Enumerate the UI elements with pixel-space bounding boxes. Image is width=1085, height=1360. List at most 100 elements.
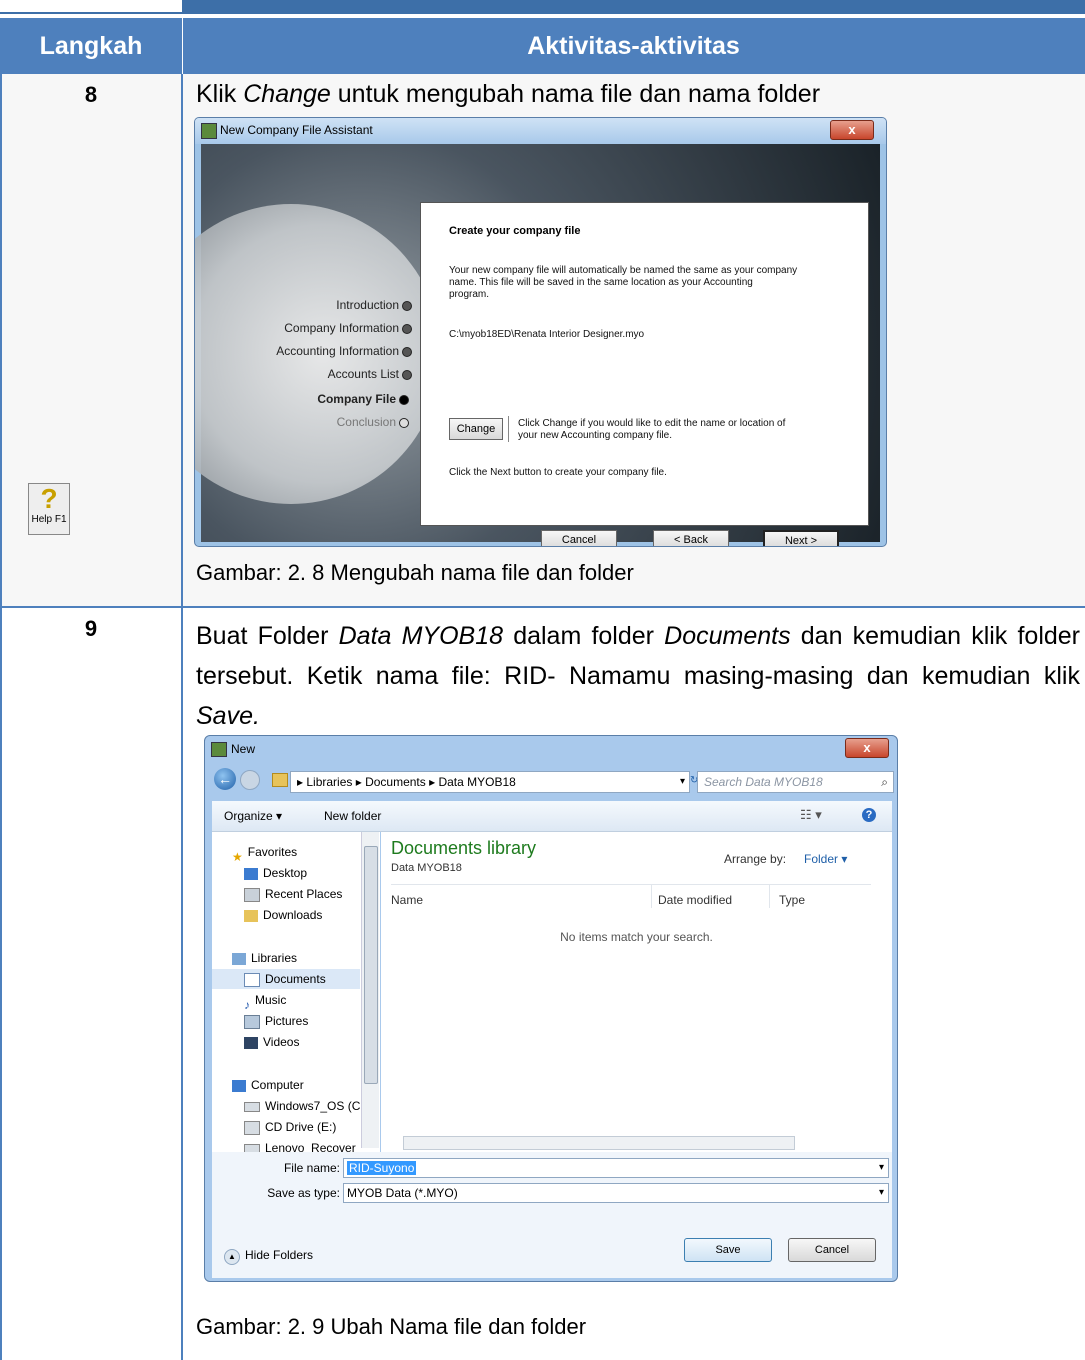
star-icon: ★ [232,849,243,864]
dialog-close-button[interactable]: x [845,738,889,758]
save-type-label: Save as type: [267,1186,340,1200]
panel-heading: Create your company file [449,225,581,237]
dialog-titlebar: New x [205,736,897,764]
arrange-by-dropdown[interactable]: Folder ▾ [804,852,847,866]
back-button[interactable]: < Back [653,530,729,546]
forward-arrow-icon[interactable] [240,770,260,790]
table-header: Langkah Aktivitas-aktivitas [0,18,1085,74]
cancel-button[interactable]: Cancel [788,1238,876,1262]
music-icon: ♪ [244,997,250,1012]
step-dot-icon [402,300,412,311]
step-9-instruction: Buat Folder Data MYOB18 dalam folder Doc… [196,622,1081,730]
nav-music[interactable]: ♪ Music [244,990,286,1012]
drive-icon [244,1101,260,1112]
change-desc-1: Click Change if you would like to edit t… [518,418,786,429]
next-button[interactable]: Next > [763,530,839,546]
empty-message: No items match your search. [560,930,713,944]
horizontal-scrollbar[interactable] [403,1136,795,1150]
navigation-pane: ★ Favorites Desktop Recent Places Downloa… [212,832,380,1162]
wizard-steps: Introduction Company Information Account… [207,170,412,381]
videos-icon [244,1036,258,1049]
new-folder-button[interactable]: New folder [324,809,381,823]
chevron-up-icon: ▲ [224,1249,240,1265]
nav-recent-places[interactable]: Recent Places [244,884,342,904]
step-dot-icon [402,346,412,357]
file-name-label: File name: [283,1161,340,1175]
file-name-input[interactable]: RID-Suyono ▾ [343,1158,889,1178]
company-file-path: C:\myob18ED\Renata Interior Designer.myo [449,329,645,340]
top-rule-left [0,12,182,14]
view-icon[interactable]: ☷ ▾ [800,807,822,823]
column-divider [181,74,183,1360]
cd-drive-icon [244,1120,260,1135]
hide-folders-button[interactable]: ▲ Hide Folders [224,1248,313,1265]
help-button[interactable]: ? Help F1 [28,483,70,535]
column-date-modified[interactable]: Date modified [658,893,732,907]
step-number-8: 8 [84,82,98,107]
drive-icon [244,1143,260,1152]
chevron-down-icon[interactable]: ▾ [879,1184,884,1202]
chevron-down-icon[interactable]: ▾ [879,1159,884,1177]
header-aktivitas: Aktivitas-aktivitas [527,31,740,60]
save-type-select[interactable]: MYOB Data (*.MYO) ▾ [343,1183,889,1203]
search-input[interactable]: Search Data MYOB18 ⌕ [697,771,894,793]
panel-desc-3: program. [449,289,490,300]
nav-desktop[interactable]: Desktop [244,863,307,883]
libraries-icon [232,952,246,965]
save-options: File name: RID-Suyono ▾ Save as type: MYO… [212,1152,892,1278]
downloads-icon [244,909,258,922]
step-dot-active-icon [399,394,409,405]
save-button[interactable]: Save [684,1238,772,1262]
wizard-close-button[interactable]: x [830,120,874,140]
nav-scrollbar[interactable] [361,832,379,1148]
nav-favorites[interactable]: ★ Favorites [232,842,297,864]
change-button[interactable]: Change [449,418,503,440]
breadcrumb[interactable]: ▸ Libraries ▸ Documents ▸ Data MYOB18 ▾ [290,771,690,793]
top-strip [0,0,1085,18]
organize-button[interactable]: Organize ▾ [224,809,282,823]
divider [391,884,871,885]
computer-icon [232,1079,246,1092]
arrange-by-label: Arrange by: [724,852,787,866]
nav-libraries[interactable]: Libraries [232,948,297,968]
column-type[interactable]: Type [779,893,805,907]
step-company-information: Company Information [284,321,412,335]
row-divider [0,606,1085,608]
library-subtitle: Data MYOB18 [391,862,462,874]
header-langkah: Langkah [39,31,143,60]
panel-desc-1: Your new company file will automatically… [449,265,798,276]
back-arrow-icon[interactable]: ← [214,768,236,790]
nav-pictures[interactable]: Pictures [244,1011,308,1031]
step-accounts-list: Accounts List [328,367,412,381]
column-name[interactable]: Name [391,893,423,907]
desktop-icon [244,867,258,880]
nav-windows-drive[interactable]: Windows7_OS (C [244,1096,360,1116]
nav-cd-drive[interactable]: CD Drive (E:) [244,1117,336,1137]
nav-computer[interactable]: Computer [232,1075,304,1095]
library-title: Documents library [391,838,537,858]
chevron-down-icon[interactable]: ▾ [680,772,685,792]
nav-lenovo-drive[interactable]: Lenovo_Recover [244,1138,356,1152]
step-introduction: Introduction [336,298,412,312]
nav-downloads[interactable]: Downloads [244,905,322,925]
wizard-content-panel: Create your company file Your new compan… [420,202,869,526]
step-dot-icon [402,323,412,334]
app-icon [211,742,227,757]
documents-icon [244,972,260,987]
step-accounting-information: Accounting Information [276,344,412,358]
refresh-icon[interactable]: ↻ [690,771,698,791]
step-dot-icon [399,417,409,428]
step-company-file: Company File [201,392,409,406]
caption-step-8: Gambar: 2. 8 Mengubah nama file dan fold… [196,560,634,585]
caption-step-9: Gambar: 2. 9 Ubah Nama file dan folder [196,1314,587,1339]
step-conclusion: Conclusion [201,415,409,429]
help-icon[interactable]: ? [862,808,876,822]
nav-videos[interactable]: Videos [244,1032,299,1052]
column-separator [651,884,652,908]
address-row: ← ▸ Libraries ▸ Documents ▸ Data MYOB18 ▾… [212,767,894,793]
panel-desc-2: name. This file will be saved in the sam… [449,277,753,288]
recent-places-icon [244,887,260,902]
cancel-button[interactable]: Cancel [541,530,617,546]
nav-documents[interactable]: Documents [212,969,360,989]
scrollbar-thumb[interactable] [364,846,378,1084]
